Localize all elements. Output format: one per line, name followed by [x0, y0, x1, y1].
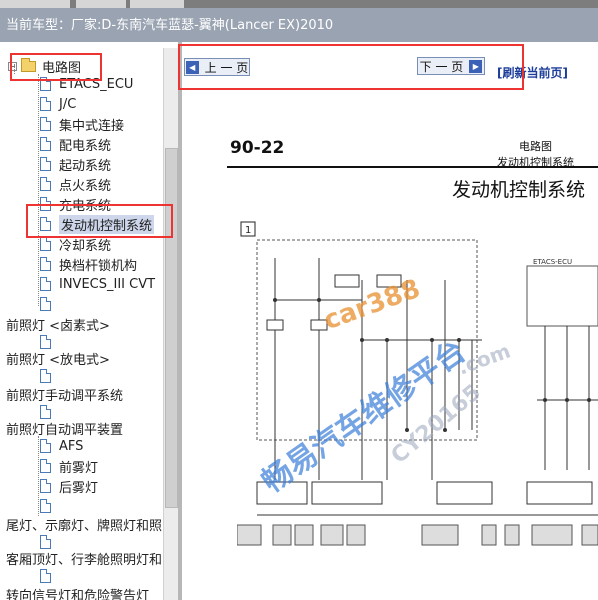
top-strip-tab[interactable] [130, 0, 184, 8]
diagram-title: 发动机控制系统 [452, 179, 586, 201]
tree-item-label: 后雾灯 [59, 480, 99, 496]
tree-group-label: 尾灯、示廓灯、牌照灯和照 [6, 518, 163, 534]
tree-item[interactable]: AFS [40, 436, 83, 456]
document-icon [40, 479, 51, 493]
tree-item[interactable]: 换档杆锁机构 [40, 254, 137, 274]
tree-scrollbar[interactable] [163, 48, 178, 600]
ecu-label: ETACS-ECU [533, 258, 572, 266]
document-icon [40, 97, 51, 111]
tree-item[interactable]: J/C [40, 94, 76, 114]
document-icon [40, 459, 51, 473]
top-strip [0, 0, 598, 8]
tree-item-label: INVECS_III CVT [59, 276, 156, 292]
tree-group[interactable]: 前照灯 <放电式> [6, 348, 110, 368]
tree-item[interactable]: 配电系统 [40, 134, 111, 154]
tree-group[interactable]: 前照灯手动调平系统 [6, 384, 123, 404]
vehicle-info: 当前车型：厂家:D-东南汽车蓝瑟-翼神(Lancer EX)2010 [6, 14, 333, 33]
tree-item[interactable] [40, 366, 59, 386]
document-icon [40, 137, 51, 151]
document-icon [40, 177, 51, 191]
tree-item[interactable]: 点火系统 [40, 174, 111, 194]
tree-item-label: 前雾灯 [59, 460, 99, 476]
top-strip-tab[interactable] [0, 0, 70, 8]
tree-group-label: 客厢顶灯、行李舱照明灯和 [6, 552, 163, 568]
tree-pane: − 电路图 ETACS_ECU J/C 集中式连接 配电系统 起动系统 点火系统… [0, 42, 178, 600]
tree-item-label: AFS [59, 438, 84, 454]
document-viewer: ◀ 上 一 页 下 一 页 ▶ [刷新当前页] 90-22 电路图 发动机控制系… [182, 42, 598, 600]
document-icon [40, 369, 51, 383]
highlight-box-tree-root [10, 53, 102, 81]
document-icon [40, 405, 51, 419]
header-rule [227, 166, 598, 168]
top-strip-tab[interactable] [76, 0, 126, 8]
tree-group[interactable]: 转向信号灯和危险警告灯 [6, 584, 149, 600]
document-icon [40, 499, 51, 513]
section-label: 电路图 [519, 140, 552, 153]
tree-item-label: J/C [59, 96, 77, 112]
highlight-box-selected-item [26, 204, 173, 238]
tree-item[interactable] [40, 496, 59, 516]
document-icon [40, 535, 51, 549]
tree-item[interactable]: 起动系统 [40, 154, 111, 174]
document-icon [40, 117, 51, 131]
tree-group-label: 转向信号灯和危险警告灯 [6, 588, 150, 600]
document-icon [40, 569, 51, 583]
highlight-box-nav [178, 44, 524, 90]
tree-item-label: 配电系统 [59, 138, 112, 154]
tree-item-label: 换档杆锁机构 [59, 258, 138, 274]
tree-group[interactable]: 客厢顶灯、行李舱照明灯和 [6, 548, 162, 568]
tree-group-label: 前照灯 <卤素式> [6, 318, 110, 334]
page-number: 90-22 [230, 138, 285, 158]
tree-item[interactable]: 前雾灯 [40, 456, 98, 476]
document-icon [40, 439, 51, 453]
document-icon [40, 335, 51, 349]
document-icon [40, 297, 51, 311]
tree-group-label: 前照灯手动调平系统 [6, 388, 124, 404]
tree-item-label: 集中式连接 [59, 118, 125, 134]
vehicle-label: 当前车型： [6, 18, 72, 33]
document-icon [40, 277, 51, 291]
tree-item[interactable]: INVECS_III CVT [40, 274, 155, 294]
tree-item[interactable] [40, 294, 59, 314]
tree-group-label: 前照灯 <放电式> [6, 352, 110, 368]
tree-item[interactable]: 集中式连接 [40, 114, 124, 134]
tree-group[interactable]: 尾灯、示廓灯、牌照灯和照 [6, 514, 162, 534]
tree-item-label: 点火系统 [59, 178, 112, 194]
document-icon [40, 237, 51, 251]
tree-item[interactable]: 后雾灯 [40, 476, 98, 496]
tree-item-label: 起动系统 [59, 158, 112, 174]
document-icon [40, 157, 51, 171]
tree-group-label: 前照灯自动调平装置 [6, 422, 124, 438]
tree-group[interactable]: 前照灯 <卤素式> [6, 314, 110, 334]
vehicle-value: 厂家:D-东南汽车蓝瑟-翼神(Lancer EX)2010 [71, 18, 334, 33]
scrollbar-thumb[interactable] [165, 148, 178, 508]
box-number: 1 [245, 225, 251, 236]
tree-item[interactable] [40, 566, 59, 586]
vehicle-bar: 当前车型：厂家:D-东南汽车蓝瑟-翼神(Lancer EX)2010 [0, 8, 598, 42]
tree-group[interactable]: 前照灯自动调平装置 [6, 418, 123, 438]
document-icon [40, 257, 51, 271]
wiring-diagram-svg: 1 ETACS-ECU [236, 221, 598, 546]
wiring-diagram: 1 ETACS-ECU [236, 220, 598, 600]
